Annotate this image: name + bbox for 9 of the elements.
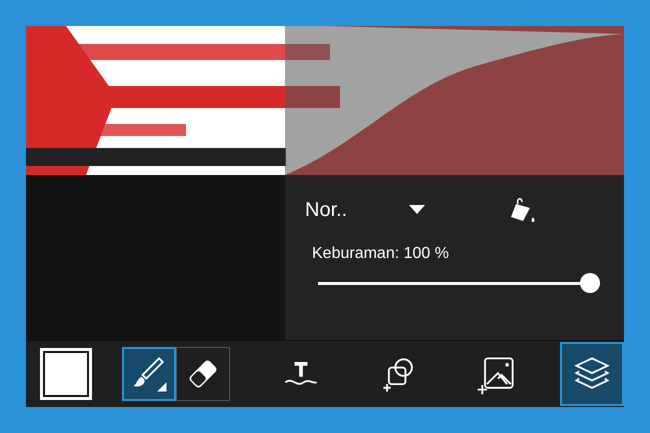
opacity-slider[interactable] [318,272,600,294]
brush-tool-button[interactable] [122,347,176,401]
blend-mode-dropdown[interactable]: Nor.. [305,198,426,222]
caret-icon [409,205,426,215]
layers-button[interactable] [560,342,624,406]
slider-thumb[interactable] [580,273,600,293]
color-swatch-button[interactable] [40,348,92,400]
opacity-label: Keburaman: 100 % [312,245,450,263]
eraser-tool-button[interactable] [176,347,230,401]
